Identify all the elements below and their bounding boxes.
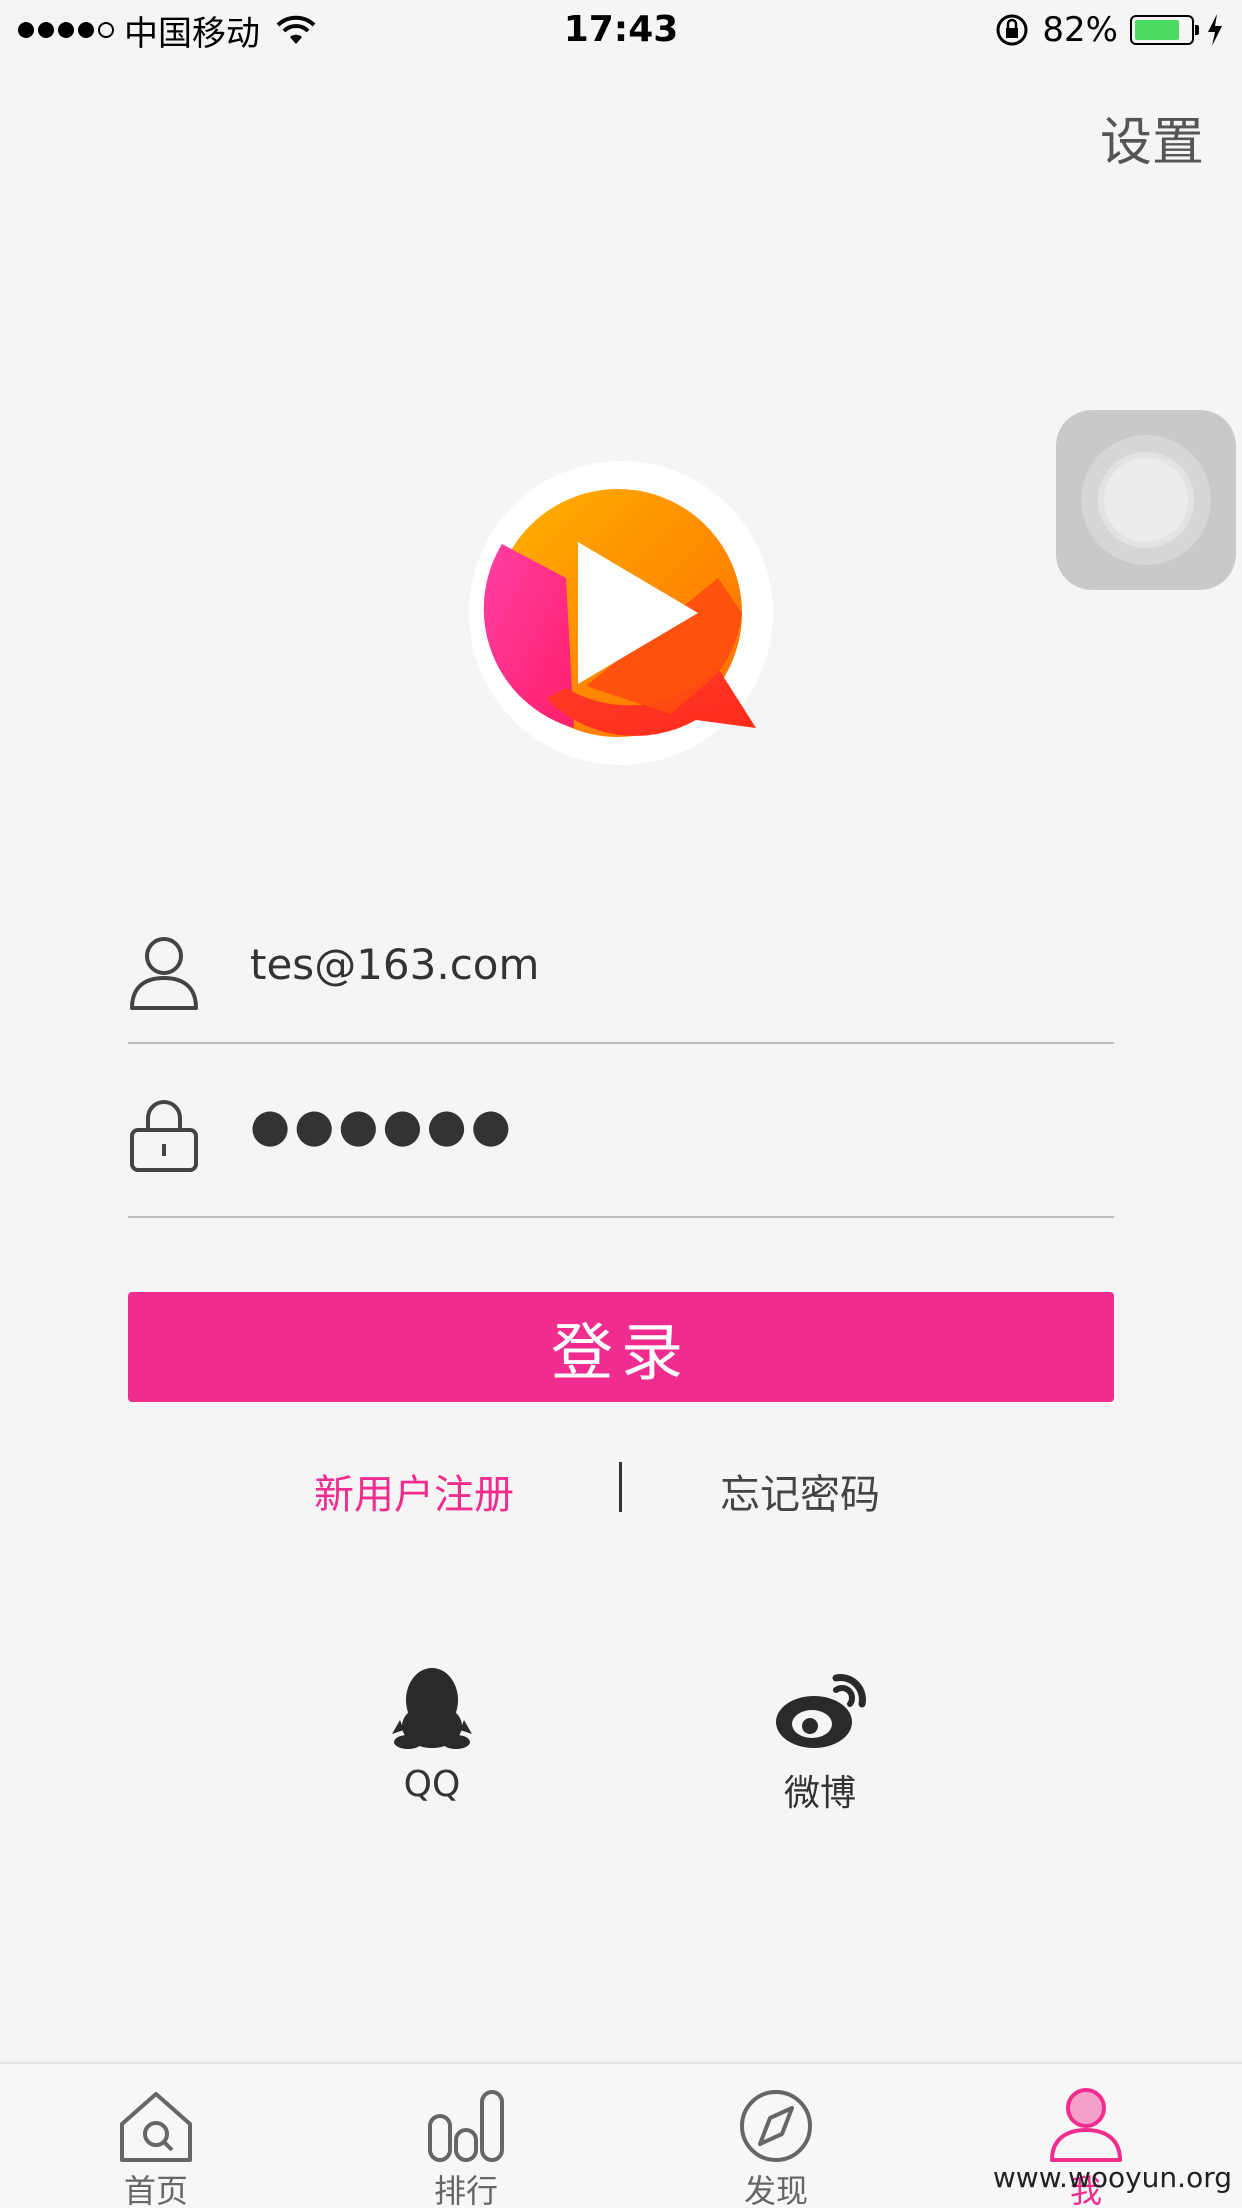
tab-home-label: 首页: [123, 2172, 188, 2208]
status-right: 82%: [994, 8, 1224, 52]
password-field[interactable]: ●●●●●●: [128, 1060, 1114, 1218]
weibo-icon: [776, 1674, 866, 1748]
password-input[interactable]: ●●●●●●: [250, 1098, 515, 1152]
tab-discover[interactable]: 发现: [696, 2086, 856, 2208]
register-link[interactable]: 新用户注册: [314, 1462, 514, 1520]
tab-discover-label: 发现: [743, 2172, 808, 2208]
settings-button[interactable]: 设置: [1100, 100, 1204, 175]
compass-icon: [740, 2090, 812, 2162]
home-icon: [120, 2092, 192, 2162]
tab-ranking[interactable]: 排行: [386, 2086, 546, 2208]
battery-percent: 82%: [1042, 10, 1118, 50]
lock-icon: [130, 1100, 198, 1172]
battery-fill: [1135, 20, 1180, 40]
account-input[interactable]: tes@163.com: [250, 940, 539, 989]
login-button[interactable]: 登录: [128, 1292, 1114, 1402]
account-field[interactable]: tes@163.com: [128, 884, 1114, 1044]
status-bar: 中国移动 17:43 82%: [0, 0, 1242, 60]
rotation-lock-icon: [996, 14, 1028, 46]
app-logo: [469, 461, 773, 765]
watermark: www.wooyun.org: [992, 2161, 1232, 2194]
forgot-password-link[interactable]: 忘记密码: [720, 1462, 880, 1520]
user-icon: [130, 937, 198, 1010]
charging-bolt-icon: [1208, 14, 1222, 46]
weibo-login-button[interactable]: 微博: [720, 1664, 920, 1816]
tab-home[interactable]: 首页: [76, 2086, 236, 2208]
tab-ranking-label: 排行: [433, 2172, 498, 2208]
assistive-touch-button[interactable]: [1056, 410, 1236, 590]
qq-label: QQ: [403, 1764, 461, 1805]
battery-icon: [1130, 15, 1199, 45]
qq-login-button[interactable]: QQ: [332, 1664, 532, 1805]
profile-icon: [1050, 2088, 1122, 2162]
weibo-label: 微博: [783, 1773, 856, 1814]
ranking-icon: [428, 2090, 504, 2162]
links-divider: [619, 1462, 622, 1512]
qq-penguin-icon: [392, 1668, 472, 1749]
auth-links: 新用户注册 忘记密码: [0, 1462, 1242, 1518]
